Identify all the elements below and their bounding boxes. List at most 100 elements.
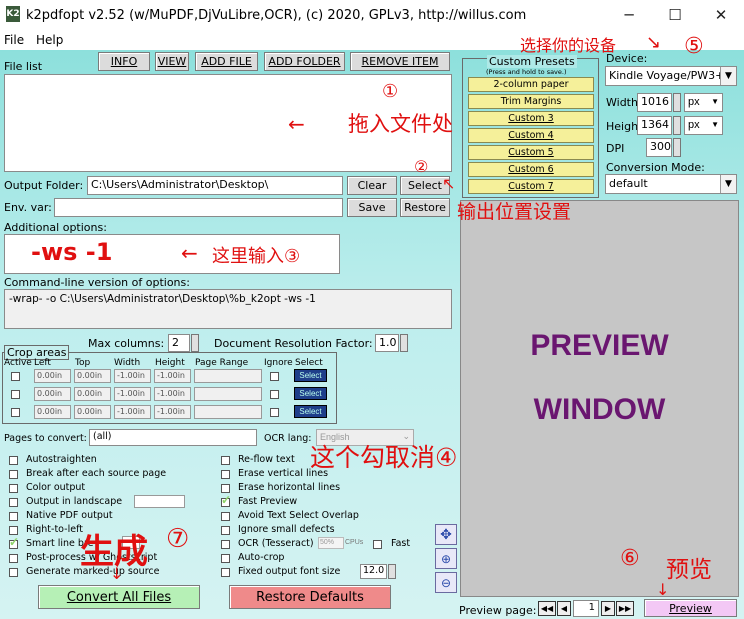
crop-height-input[interactable]: -1.00in — [154, 369, 191, 383]
dpi-spinner[interactable] — [673, 138, 681, 157]
landscape-field[interactable] — [134, 495, 185, 508]
annotation-arrow-5: ↘ — [646, 32, 662, 53]
app-icon: K2 — [6, 6, 20, 22]
font-size-spinner[interactable] — [388, 564, 396, 579]
crop-header-active: Active — [4, 358, 32, 368]
device-dropdown[interactable]: Kindle Voyage/PW3+ ▼ — [605, 66, 737, 86]
close-button[interactable]: ✕ — [698, 0, 744, 30]
width-unit-dropdown[interactable]: px ▼ — [684, 93, 723, 112]
width-spinner[interactable] — [673, 93, 681, 112]
annotation-2-text: 输出位置设置 — [457, 201, 572, 223]
preset-2-column-paper[interactable]: 2-column paper — [468, 77, 594, 92]
landscape-checkbox[interactable] — [9, 498, 18, 507]
prev-page-icon[interactable]: ◀ — [557, 601, 571, 616]
add-folder-button[interactable]: ADD FOLDER — [264, 52, 345, 71]
crop-left-input[interactable]: 0.00in — [34, 405, 71, 419]
crop-ignore-checkbox[interactable] — [270, 408, 279, 417]
autostraighten-checkbox[interactable] — [9, 456, 18, 465]
marked-up-source-checkbox[interactable] — [9, 568, 18, 577]
native-pdf-checkbox[interactable] — [9, 512, 18, 521]
ghostscript-checkbox[interactable] — [9, 554, 18, 563]
preview-button[interactable]: Preview — [644, 599, 737, 617]
annotation-arrow-6: ↓ — [656, 580, 670, 599]
color-output-checkbox[interactable] — [9, 484, 18, 493]
crop-left-input[interactable]: 0.00in — [34, 387, 71, 401]
landscape-label: Output in landscape — [26, 496, 123, 507]
view-button[interactable]: VIEW — [155, 52, 189, 71]
right-to-left-checkbox[interactable] — [9, 526, 18, 535]
width-field[interactable]: 1016 — [637, 93, 672, 112]
maximize-button[interactable]: ☐ — [652, 0, 698, 30]
preset-custom-5[interactable]: Custom 5 — [468, 145, 594, 160]
erase-horizontal-checkbox[interactable] — [221, 484, 230, 493]
clear-button[interactable]: Clear — [347, 176, 397, 195]
convert-all-button[interactable]: Convert All Files — [38, 585, 200, 609]
crop-select-button[interactable]: Select — [294, 387, 327, 400]
height-spinner[interactable] — [673, 116, 681, 135]
crop-ignore-checkbox[interactable] — [270, 390, 279, 399]
zoom-out-icon[interactable]: ⊖ — [435, 572, 457, 593]
preset-trim-margins[interactable]: Trim Margins — [468, 94, 594, 109]
ocr-tesseract-checkbox[interactable] — [221, 540, 230, 549]
output-folder-field[interactable]: C:\Users\Administrator\Desktop\ — [87, 176, 343, 195]
ignore-defects-checkbox[interactable] — [221, 526, 230, 535]
preview-page-field[interactable]: 1 — [573, 600, 599, 617]
preset-custom-6[interactable]: Custom 6 — [468, 162, 594, 177]
minimize-button[interactable]: ─ — [606, 0, 652, 30]
restore-button[interactable]: Restore — [400, 198, 450, 217]
ocr-cpu-field[interactable]: 50% — [318, 537, 344, 549]
preset-custom-4[interactable]: Custom 4 — [468, 128, 594, 143]
crop-active-checkbox[interactable] — [11, 372, 20, 381]
dpi-field[interactable]: 300 — [646, 138, 672, 157]
height-unit-dropdown[interactable]: px ▼ — [684, 116, 723, 135]
crop-top-input[interactable]: 0.00in — [74, 369, 111, 383]
reflow-text-checkbox[interactable] — [221, 456, 230, 465]
move-icon[interactable]: ✥ — [435, 524, 457, 545]
crop-height-input[interactable]: -1.00in — [154, 387, 191, 401]
erase-vertical-checkbox[interactable] — [221, 470, 230, 479]
preset-custom-7[interactable]: Custom 7 — [468, 179, 594, 194]
remove-item-button[interactable]: REMOVE ITEM — [350, 52, 450, 71]
crop-active-checkbox[interactable] — [11, 390, 20, 399]
next-page-icon[interactable]: ▶ — [601, 601, 615, 616]
add-file-button[interactable]: ADD FILE — [195, 52, 258, 71]
crop-width-input[interactable]: -1.00in — [114, 387, 151, 401]
crop-page-range-input[interactable] — [194, 369, 262, 383]
conversion-mode-dropdown[interactable]: default ▼ — [605, 174, 737, 194]
first-page-icon[interactable]: ◀◀ — [538, 601, 556, 616]
menu-file[interactable]: File — [4, 33, 24, 47]
auto-crop-checkbox[interactable] — [221, 554, 230, 563]
crop-width-input[interactable]: -1.00in — [114, 405, 151, 419]
crop-active-checkbox[interactable] — [11, 408, 20, 417]
max-columns-field[interactable]: 2 — [168, 334, 190, 352]
crop-top-input[interactable]: 0.00in — [74, 405, 111, 419]
crop-page-range-input[interactable] — [194, 405, 262, 419]
crop-page-range-input[interactable] — [194, 387, 262, 401]
last-page-icon[interactable]: ▶▶ — [616, 601, 634, 616]
doc-res-field[interactable]: 1.0 — [375, 334, 399, 352]
avoid-overlap-checkbox[interactable] — [221, 512, 230, 521]
crop-ignore-checkbox[interactable] — [270, 372, 279, 381]
max-columns-spinner[interactable] — [191, 334, 199, 352]
annotation-7-number: ⑦ — [166, 524, 190, 554]
menu-help[interactable]: Help — [36, 33, 63, 47]
pages-to-convert-field[interactable]: (all) — [89, 429, 257, 446]
crop-select-button[interactable]: Select — [294, 369, 327, 382]
ocr-fast-checkbox[interactable] — [373, 540, 382, 549]
info-button[interactable]: INFO — [98, 52, 150, 71]
zoom-in-icon[interactable]: ⊕ — [435, 548, 457, 569]
crop-width-input[interactable]: -1.00in — [114, 369, 151, 383]
crop-top-input[interactable]: 0.00in — [74, 387, 111, 401]
restore-defaults-button[interactable]: Restore Defaults — [229, 585, 391, 609]
fixed-font-checkbox[interactable] — [221, 568, 230, 577]
crop-select-button[interactable]: Select — [294, 405, 327, 418]
save-button[interactable]: Save — [347, 198, 397, 217]
break-after-page-checkbox[interactable] — [9, 470, 18, 479]
doc-res-spinner[interactable] — [400, 334, 408, 352]
font-size-field[interactable]: 12.0 — [360, 564, 387, 579]
crop-left-input[interactable]: 0.00in — [34, 369, 71, 383]
height-field[interactable]: 1364 — [637, 116, 672, 135]
env-var-field[interactable] — [54, 198, 343, 217]
preset-custom-3[interactable]: Custom 3 — [468, 111, 594, 126]
crop-height-input[interactable]: -1.00in — [154, 405, 191, 419]
